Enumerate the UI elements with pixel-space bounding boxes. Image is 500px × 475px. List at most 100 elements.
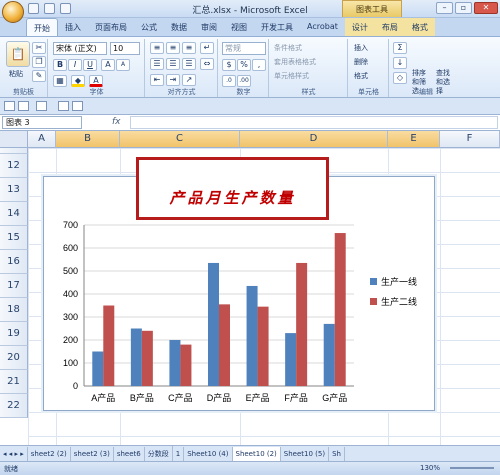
border-icon[interactable]: ▦ bbox=[53, 75, 67, 87]
row-header[interactable]: 17 bbox=[0, 274, 28, 298]
percent-icon[interactable]: % bbox=[237, 59, 251, 71]
align-top-icon[interactable]: ≡ bbox=[150, 42, 164, 54]
select-all-corner[interactable] bbox=[0, 131, 28, 148]
ribbon-tabs: 开始 插入 页面布局 公式 数据 审阅 视图 开发工具 Acrobat 设计 布… bbox=[0, 18, 500, 36]
align-bottom-icon[interactable]: ≡ bbox=[182, 42, 196, 54]
row-header[interactable]: 13 bbox=[0, 178, 28, 202]
undo-icon[interactable] bbox=[18, 101, 29, 111]
align-right-icon[interactable]: ☰ bbox=[182, 58, 196, 70]
tab-insert[interactable]: 插入 bbox=[58, 18, 88, 36]
column-header-f[interactable]: F bbox=[440, 131, 500, 148]
zoom-slider[interactable] bbox=[450, 467, 494, 469]
orientation-icon[interactable]: ↗ bbox=[182, 74, 196, 86]
decrease-decimal-icon[interactable]: .00 bbox=[237, 75, 251, 87]
formula-input[interactable] bbox=[130, 116, 498, 129]
row-header[interactable]: 14 bbox=[0, 202, 28, 226]
tab-design[interactable]: 设计 bbox=[344, 18, 375, 36]
conditional-format-button[interactable]: 条件格式 bbox=[274, 43, 302, 53]
bar bbox=[180, 344, 192, 386]
wrap-text-icon[interactable]: ↵ bbox=[200, 42, 214, 54]
sheet-tab-active[interactable]: Sheet10 (2) bbox=[232, 447, 281, 461]
italic-button[interactable]: I bbox=[68, 59, 82, 71]
sheet-tab[interactable]: sheet2 (2) bbox=[28, 447, 71, 461]
save-icon[interactable] bbox=[4, 101, 15, 111]
column-header-a[interactable]: A bbox=[28, 131, 56, 148]
sheet-tab[interactable]: sheet2 (3) bbox=[71, 447, 114, 461]
sheet-tab[interactable]: 1 bbox=[173, 447, 185, 461]
bold-button[interactable]: B bbox=[53, 59, 67, 71]
sheet-tab[interactable]: Sheet10 (5) bbox=[281, 447, 330, 461]
autosum-icon[interactable]: Σ bbox=[393, 42, 407, 54]
tab-developer[interactable]: 开发工具 bbox=[254, 18, 300, 36]
sheet-tab[interactable]: 分数段 bbox=[145, 446, 173, 461]
name-box[interactable]: 图表 3 bbox=[2, 116, 82, 129]
cell-styles-button[interactable]: 单元格样式 bbox=[274, 71, 309, 81]
fill-icon[interactable]: ↓ bbox=[393, 57, 407, 69]
tab-page-layout[interactable]: 页面布局 bbox=[88, 18, 134, 36]
preview-icon[interactable] bbox=[58, 101, 69, 111]
column-header-c[interactable]: C bbox=[120, 131, 240, 148]
tab-review[interactable]: 审阅 bbox=[194, 18, 224, 36]
column-header-d[interactable]: D bbox=[240, 131, 388, 148]
minimize-button[interactable]: – bbox=[436, 2, 453, 14]
bar bbox=[208, 262, 219, 386]
format-cells-button[interactable]: 格式 bbox=[354, 71, 368, 81]
font-color-icon[interactable]: A bbox=[89, 75, 103, 87]
font-size-select[interactable]: 10 bbox=[110, 42, 140, 55]
tab-format[interactable]: 格式 bbox=[404, 18, 435, 36]
redo-icon[interactable] bbox=[36, 101, 47, 111]
y-tick-label: 700 bbox=[63, 220, 78, 230]
shrink-font-icon[interactable]: A bbox=[116, 59, 130, 71]
close-button[interactable]: ✕ bbox=[474, 2, 498, 14]
font-name-select[interactable]: 宋体 (正文) bbox=[53, 42, 107, 55]
tab-acrobat[interactable]: Acrobat bbox=[300, 18, 345, 36]
align-center-icon[interactable]: ☰ bbox=[166, 58, 180, 70]
office-button[interactable] bbox=[2, 1, 24, 23]
fx-icon[interactable]: fx bbox=[112, 117, 121, 127]
tab-formulas[interactable]: 公式 bbox=[134, 18, 164, 36]
row-header[interactable]: 22 bbox=[0, 394, 28, 418]
delete-cells-button[interactable]: 删除 bbox=[354, 57, 368, 67]
row-header[interactable]: 16 bbox=[0, 250, 28, 274]
format-painter-icon[interactable]: ✎ bbox=[32, 70, 46, 82]
row-header[interactable]: 19 bbox=[0, 322, 28, 346]
cut-icon[interactable]: ✂ bbox=[32, 42, 46, 54]
tab-home[interactable]: 开始 bbox=[26, 18, 58, 36]
restore-button[interactable]: ▫ bbox=[455, 2, 472, 14]
print-icon[interactable] bbox=[72, 101, 83, 111]
underline-button[interactable]: U bbox=[83, 59, 97, 71]
number-format-select[interactable]: 常规 bbox=[222, 42, 266, 55]
insert-cells-button[interactable]: 插入 bbox=[354, 43, 368, 53]
fill-color-icon[interactable]: ◆ bbox=[71, 75, 85, 87]
zoom-level[interactable]: 130% bbox=[420, 464, 440, 472]
tab-layout[interactable]: 布局 bbox=[374, 18, 405, 36]
currency-icon[interactable]: $ bbox=[222, 59, 236, 71]
sheet-tab[interactable]: sheet6 bbox=[114, 447, 145, 461]
row-header[interactable]: 18 bbox=[0, 298, 28, 322]
merge-icon[interactable]: ⇔ bbox=[200, 58, 214, 70]
column-header-b[interactable]: B bbox=[56, 131, 120, 148]
paste-icon[interactable]: 📋 bbox=[6, 41, 30, 67]
decrease-indent-icon[interactable]: ⇤ bbox=[150, 74, 164, 86]
row-header[interactable]: 15 bbox=[0, 226, 28, 250]
increase-decimal-icon[interactable]: .0 bbox=[222, 75, 236, 87]
table-format-button[interactable]: 套用表格格式 bbox=[274, 57, 316, 67]
sheet-nav-buttons[interactable]: ◂ ◂ ▸ ▸ bbox=[0, 447, 28, 461]
sheet-tab[interactable]: Sh bbox=[329, 447, 345, 461]
align-middle-icon[interactable]: ≡ bbox=[166, 42, 180, 54]
increase-indent-icon[interactable]: ⇥ bbox=[166, 74, 180, 86]
copy-icon[interactable]: ❐ bbox=[32, 56, 46, 68]
clear-icon[interactable]: ◇ bbox=[393, 72, 407, 84]
row-header[interactable]: 21 bbox=[0, 370, 28, 394]
chart-title-textbox[interactable]: 产品月生产数量 bbox=[136, 157, 329, 220]
row-header[interactable]: 12 bbox=[0, 154, 28, 178]
row-header[interactable]: 20 bbox=[0, 346, 28, 370]
tab-view[interactable]: 视图 bbox=[224, 18, 254, 36]
comma-icon[interactable]: , bbox=[252, 59, 266, 71]
column-header-e[interactable]: E bbox=[388, 131, 440, 148]
sheet-tab[interactable]: Sheet10 (4) bbox=[184, 447, 233, 461]
bar bbox=[130, 328, 142, 386]
tab-data[interactable]: 数据 bbox=[164, 18, 194, 36]
grow-font-icon[interactable]: A bbox=[101, 59, 115, 71]
align-left-icon[interactable]: ☰ bbox=[150, 58, 164, 70]
